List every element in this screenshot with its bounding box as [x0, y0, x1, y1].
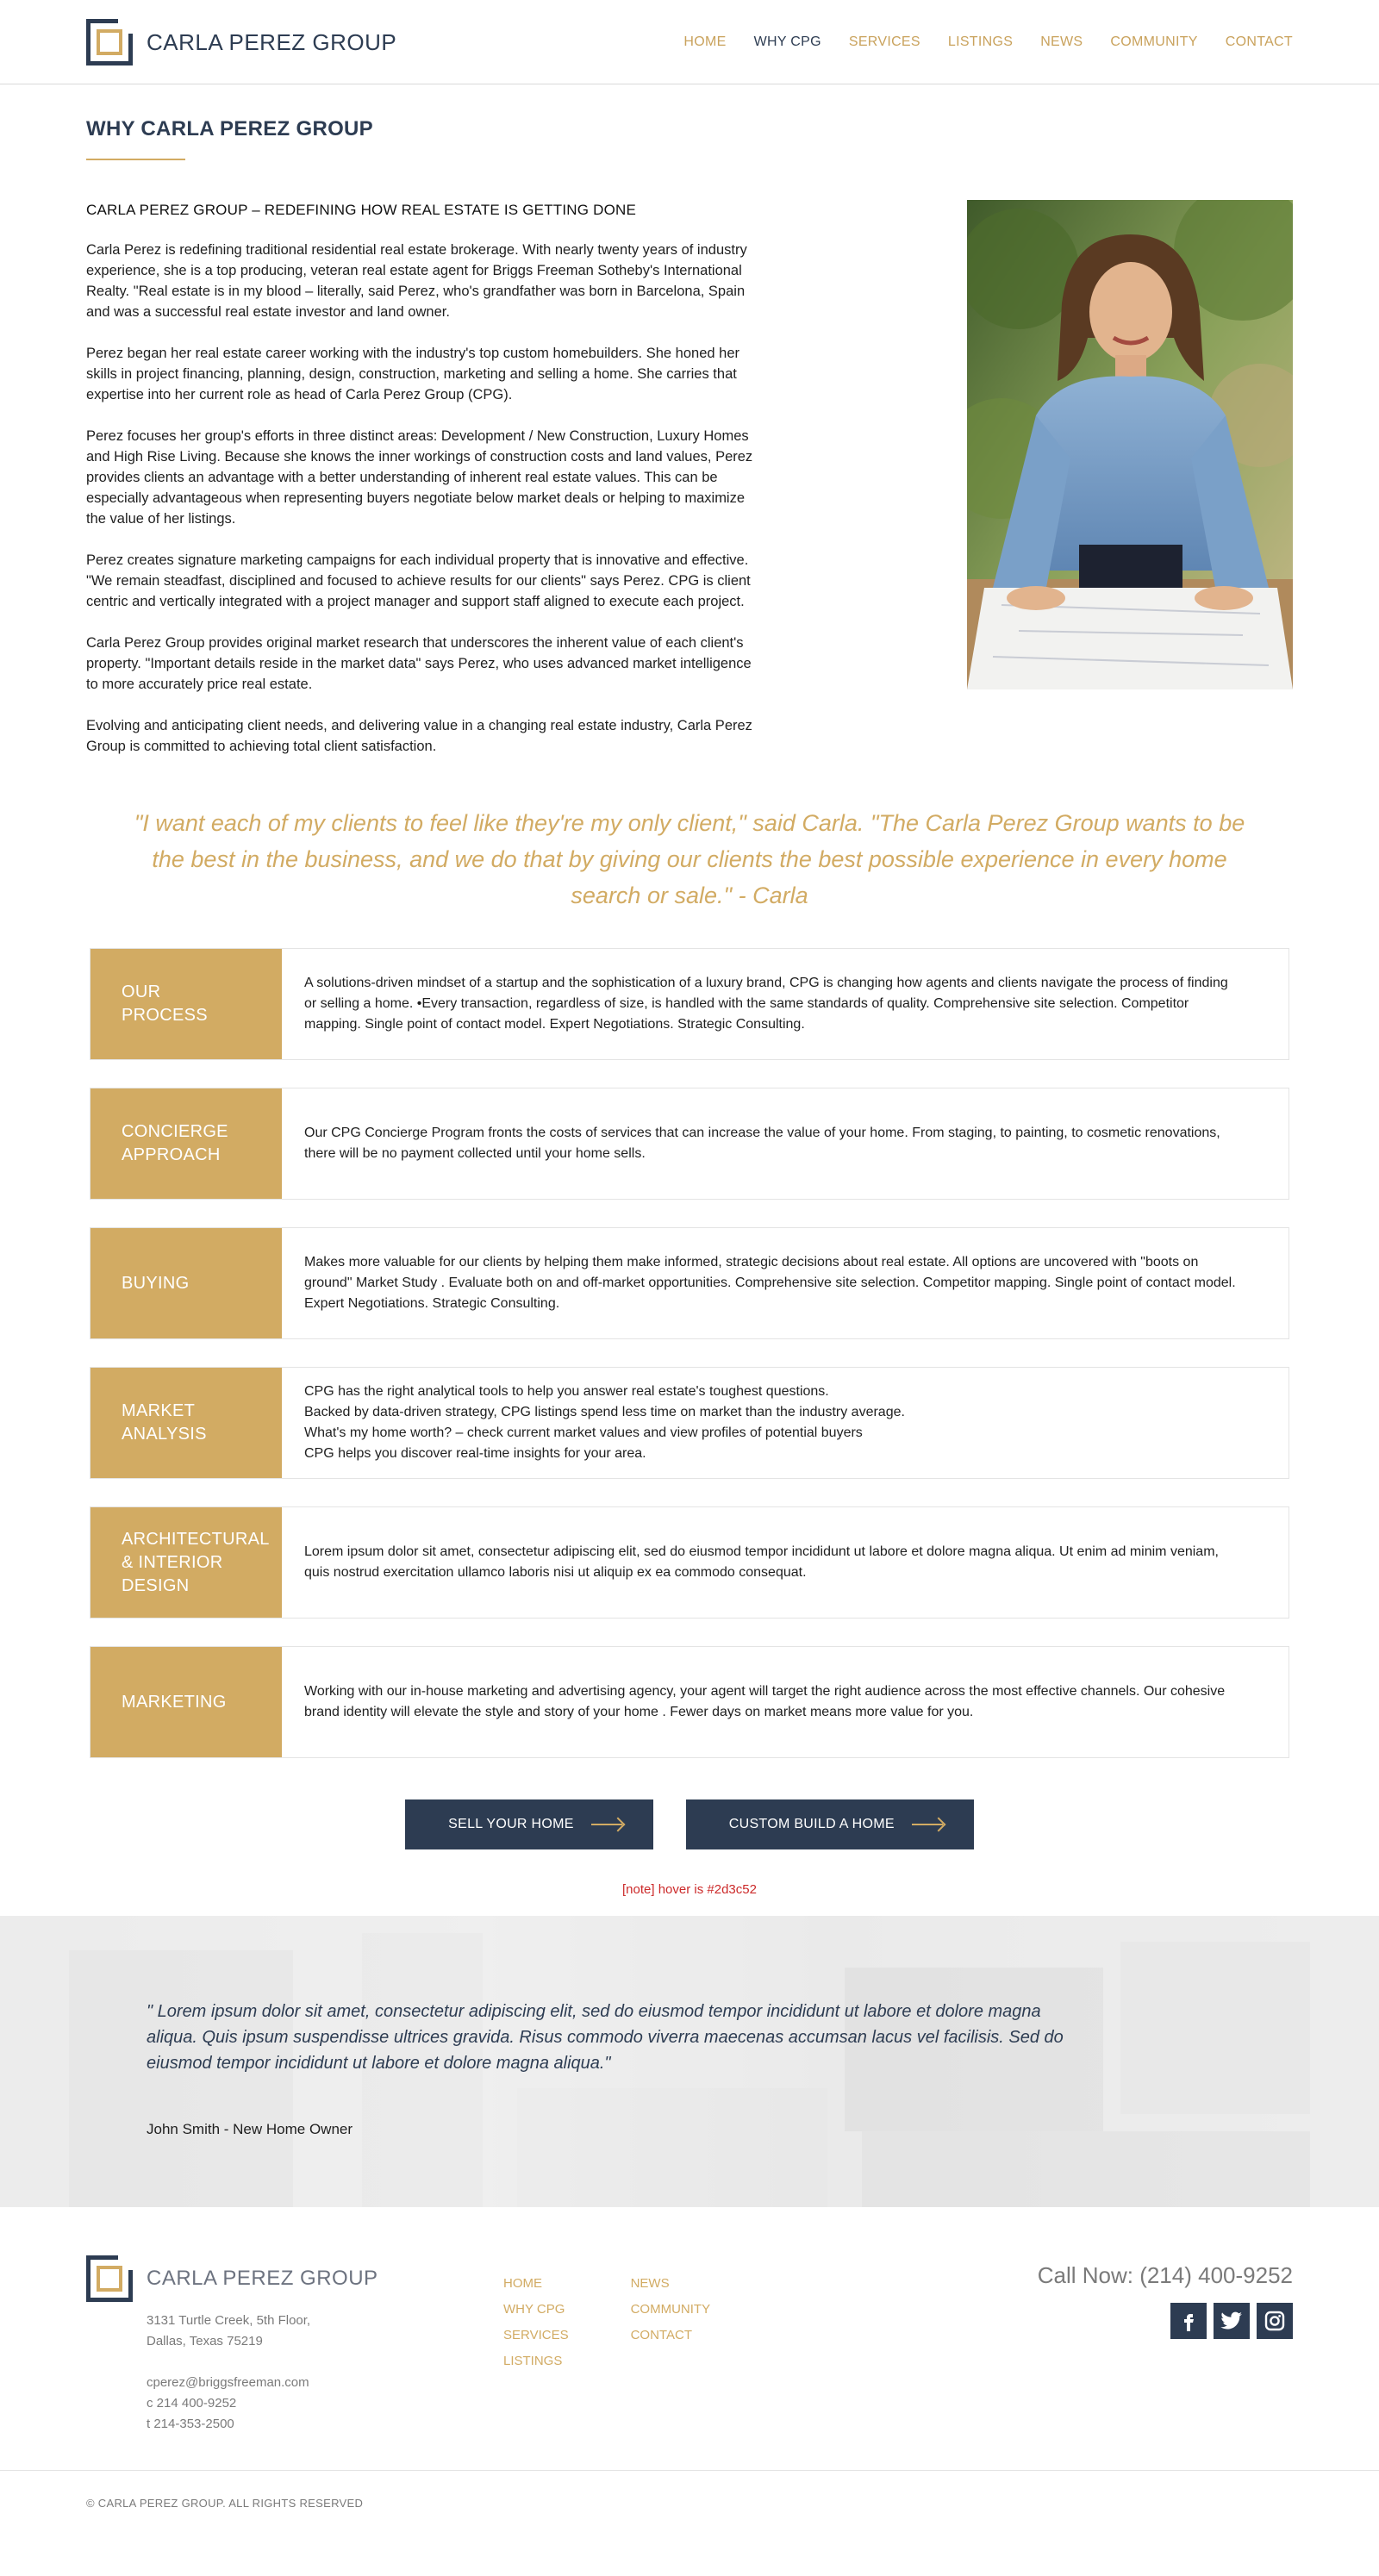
brand-name: CARLA PEREZ GROUP	[147, 28, 397, 55]
footer-nav-col2: NEWS COMMUNITY CONTACT	[631, 2271, 711, 2435]
nav-community[interactable]: COMMUNITY	[1110, 34, 1197, 50]
footer-tel: t 214-353-2500	[147, 2417, 234, 2431]
carla-portrait-photo	[967, 200, 1293, 689]
footer-link-services[interactable]: SERVICES	[503, 2323, 569, 2348]
nav-listings[interactable]: LISTINGS	[948, 34, 1013, 50]
footer-link-news[interactable]: NEWS	[631, 2271, 711, 2297]
cta-row: SELL YOUR HOME CUSTOM BUILD A HOME	[86, 1799, 1293, 1849]
intro-section: CARLA PEREZ GROUP – REDEFINING HOW REAL …	[86, 200, 1293, 777]
feature-concierge-approach: CONCIERGE APPROACH Our CPG Concierge Pro…	[90, 1088, 1289, 1200]
feature-description: Lorem ipsum dolor sit amet, consectetur …	[304, 1544, 1219, 1580]
nav-news[interactable]: NEWS	[1040, 34, 1083, 50]
testimonial-section: " Lorem ipsum dolor sit amet, consectetu…	[0, 1916, 1379, 2207]
sell-your-home-label: SELL YOUR HOME	[448, 1817, 574, 1831]
logo-icon	[86, 18, 134, 65]
portrait-illustration	[967, 200, 1293, 689]
footer-address: 3131 Turtle Creek, 5th Floor, Dallas, Te…	[147, 2311, 503, 2435]
testimonial-quote: " Lorem ipsum dolor sit amet, consectetu…	[147, 2002, 1064, 2073]
main-nav: HOME WHY CPG SERVICES LISTINGS NEWS COMM…	[683, 34, 1293, 50]
feature-label: ARCHITECTURAL & INTERIOR DESIGN	[90, 1507, 282, 1618]
feature-marketing: MARKETING Working with our in-house mark…	[90, 1646, 1289, 1758]
feature-market-analysis: MARKET ANALYSIS CPG has the right analyt…	[90, 1367, 1289, 1479]
nav-home[interactable]: HOME	[683, 34, 726, 50]
feature-description: Working with our in-house marketing and …	[304, 1684, 1226, 1719]
footer-brand-name: CARLA PEREZ GROUP	[147, 2267, 378, 2290]
feature-label: MARKETING	[90, 1647, 282, 1757]
site-header: CARLA PEREZ GROUP HOME WHY CPG SERVICES …	[0, 0, 1379, 84]
footer-nav: HOME WHY CPG SERVICES LISTINGS NEWS COMM…	[503, 2271, 710, 2435]
footer-link-community[interactable]: COMMUNITY	[631, 2297, 711, 2323]
feature-label: MARKET ANALYSIS	[90, 1368, 282, 1478]
footer-link-contact[interactable]: CONTACT	[631, 2323, 711, 2348]
footer-contact: Call Now: (214) 400-9252	[1038, 2255, 1293, 2435]
nav-why-cpg[interactable]: WHY CPG	[754, 34, 821, 50]
twitter-icon[interactable]	[1214, 2303, 1250, 2339]
feature-label: CONCIERGE APPROACH	[90, 1088, 282, 1199]
footer-link-home[interactable]: HOME	[503, 2271, 569, 2297]
custom-build-home-label: CUSTOM BUILD A HOME	[728, 1817, 895, 1831]
footer-email-link[interactable]: cperez@briggsfreeman.com	[147, 2373, 503, 2393]
intro-heading: CARLA PEREZ GROUP – REDEFINING HOW REAL …	[86, 202, 637, 218]
footer-phone[interactable]: Call Now: (214) 400-9252	[1038, 2262, 1293, 2289]
title-underline	[86, 159, 185, 160]
site-footer: CARLA PEREZ GROUP 3131 Turtle Creek, 5th…	[0, 2207, 1379, 2471]
feature-buying: BUYING Makes more valuable for our clien…	[90, 1227, 1289, 1339]
footer-brand: CARLA PEREZ GROUP 3131 Turtle Creek, 5th…	[86, 2255, 503, 2435]
intro-text: CARLA PEREZ GROUP – REDEFINING HOW REAL …	[86, 200, 758, 777]
custom-build-home-button[interactable]: CUSTOM BUILD A HOME	[685, 1799, 974, 1849]
footer-logo[interactable]: CARLA PEREZ GROUP	[86, 2255, 503, 2302]
page-title: WHY CARLA PEREZ GROUP	[86, 117, 373, 140]
arrow-right-icon	[590, 1818, 624, 1831]
intro-paragraph: Perez focuses her group's efforts in thr…	[86, 428, 753, 527]
feature-label: BUYING	[90, 1228, 282, 1338]
footer-nav-col1: HOME WHY CPG SERVICES LISTINGS	[503, 2271, 569, 2435]
address-line: 3131 Turtle Creek, 5th Floor,	[147, 2313, 311, 2328]
facebook-icon[interactable]	[1170, 2303, 1207, 2339]
intro-paragraph: Evolving and anticipating client needs, …	[86, 718, 752, 754]
feature-description: Our CPG Concierge Program fronts the cos…	[304, 1126, 1220, 1161]
testimonial-author: John Smith - New Home Owner	[147, 2121, 353, 2137]
feature-description: Makes more valuable for our clients by h…	[304, 1255, 1236, 1311]
feature-description: CPG has the right analytical tools to he…	[304, 1384, 905, 1461]
feature-our-process: OUR PROCESS A solutions-driven mindset o…	[90, 948, 1289, 1060]
intro-paragraph: Carla Perez Group provides original mark…	[86, 635, 752, 692]
sell-your-home-button[interactable]: SELL YOUR HOME	[405, 1799, 653, 1849]
instagram-icon[interactable]	[1257, 2303, 1293, 2339]
address-line: Dallas, Texas 75219	[147, 2334, 263, 2348]
design-note: [note] hover is #2d3c52	[622, 1882, 757, 1897]
footer-link-listings[interactable]: LISTINGS	[503, 2348, 569, 2374]
intro-paragraph: Carla Perez is redefining traditional re…	[86, 242, 747, 320]
intro-paragraph: Perez creates signature marketing campai…	[86, 552, 751, 609]
social-links	[1038, 2303, 1293, 2339]
nav-services[interactable]: SERVICES	[849, 34, 920, 50]
footer-link-why-cpg[interactable]: WHY CPG	[503, 2297, 569, 2323]
brand-logo[interactable]: CARLA PEREZ GROUP	[86, 18, 397, 65]
intro-paragraph: Perez began her real estate career worki…	[86, 346, 739, 402]
footer-cell: c 214 400-9252	[147, 2396, 237, 2411]
feature-list: OUR PROCESS A solutions-driven mindset o…	[86, 948, 1293, 1758]
nav-contact[interactable]: CONTACT	[1226, 34, 1293, 50]
copyright-text: © CARLA PEREZ GROUP. ALL RIGHTS RESERVED	[86, 2497, 364, 2510]
logo-icon	[86, 2255, 134, 2302]
feature-description: A solutions-driven mindset of a startup …	[304, 976, 1228, 1032]
feature-architectural-interior-design: ARCHITECTURAL & INTERIOR DESIGN Lorem ip…	[90, 1506, 1289, 1619]
arrow-right-icon	[911, 1818, 945, 1831]
carla-quote: "I want each of my clients to feel like …	[134, 810, 1245, 908]
feature-label: OUR PROCESS	[90, 949, 282, 1059]
